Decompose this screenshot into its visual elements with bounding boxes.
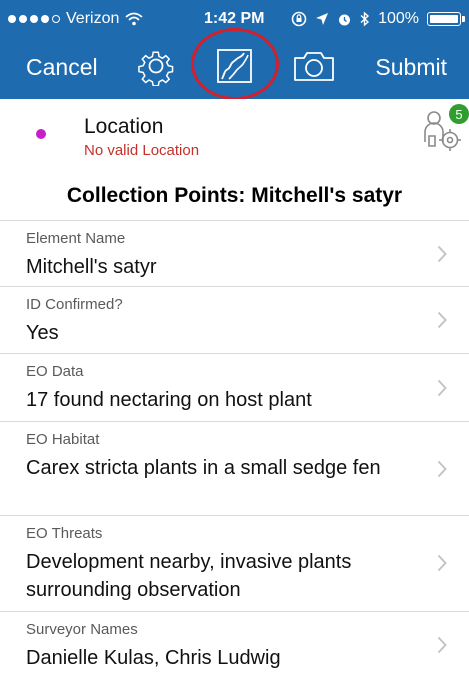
carrier-name: Verizon (66, 10, 120, 27)
location-row[interactable]: Location No valid Location (0, 99, 469, 167)
section-title: Collection Points: Mitchell's satyr (66, 184, 403, 207)
rotation-lock-icon (291, 11, 307, 27)
field-row-element-name[interactable]: Element Name Mitchell's satyr (0, 220, 469, 286)
field-label: ID Confirmed? (26, 296, 123, 313)
field-row-id-confirmed[interactable]: ID Confirmed? Yes (0, 286, 469, 353)
field-label: EO Threats (26, 525, 103, 542)
field-value: 17 found nectaring on host plant (26, 389, 312, 411)
field-label: Surveyor Names (26, 621, 138, 638)
status-time: 1:42 PM (204, 10, 265, 27)
chevron-right-icon (437, 554, 447, 572)
bluetooth-icon (360, 11, 370, 27)
status-right: 100% (291, 10, 465, 28)
wifi-icon (125, 12, 143, 26)
location-error: No valid Location (84, 142, 200, 159)
location-status-dot (36, 129, 46, 139)
cancel-button[interactable]: Cancel (26, 54, 98, 81)
field-value: Carex stricta plants in a small sedge fe… (26, 457, 381, 479)
field-value: Yes (26, 322, 59, 344)
status-left: Verizon (8, 10, 143, 28)
location-arrow-icon (316, 13, 329, 25)
field-value: Danielle Kulas, Chris Ludwig (26, 647, 281, 669)
location-title: Location (84, 115, 164, 138)
battery-icon (427, 12, 465, 26)
signal-strength-icon (8, 15, 60, 23)
field-label: Element Name (26, 230, 126, 247)
field-list: Element Name Mitchell's satyr ID Confirm… (0, 220, 469, 684)
field-value: Development nearby, invasive plants surr… (26, 551, 352, 601)
submit-button[interactable]: Submit (375, 54, 447, 81)
field-label: EO Data (26, 363, 84, 380)
chevron-right-icon (437, 245, 447, 263)
annotation-circle (191, 28, 279, 100)
field-row-eo-data[interactable]: EO Data 17 found nectaring on host plant (0, 353, 469, 421)
field-row-eo-threats[interactable]: EO Threats Development nearby, invasive … (0, 515, 469, 611)
field-row-eo-habitat[interactable]: EO Habitat Carex stricta plants in a sma… (0, 421, 469, 515)
chevron-right-icon (437, 636, 447, 654)
battery-percent: 100% (378, 10, 419, 27)
chevron-right-icon (437, 379, 447, 397)
camera-icon[interactable] (292, 46, 336, 86)
field-row-surveyor-names[interactable]: Surveyor Names Danielle Kulas, Chris Lud… (0, 611, 469, 684)
surveyor-count-badge: 5 (449, 104, 469, 124)
chevron-right-icon (437, 460, 447, 478)
chevron-right-icon (437, 311, 447, 329)
field-label: EO Habitat (26, 431, 100, 448)
gear-icon[interactable] (136, 46, 176, 86)
alarm-icon (339, 14, 351, 25)
field-value: Mitchell's satyr (26, 256, 157, 278)
